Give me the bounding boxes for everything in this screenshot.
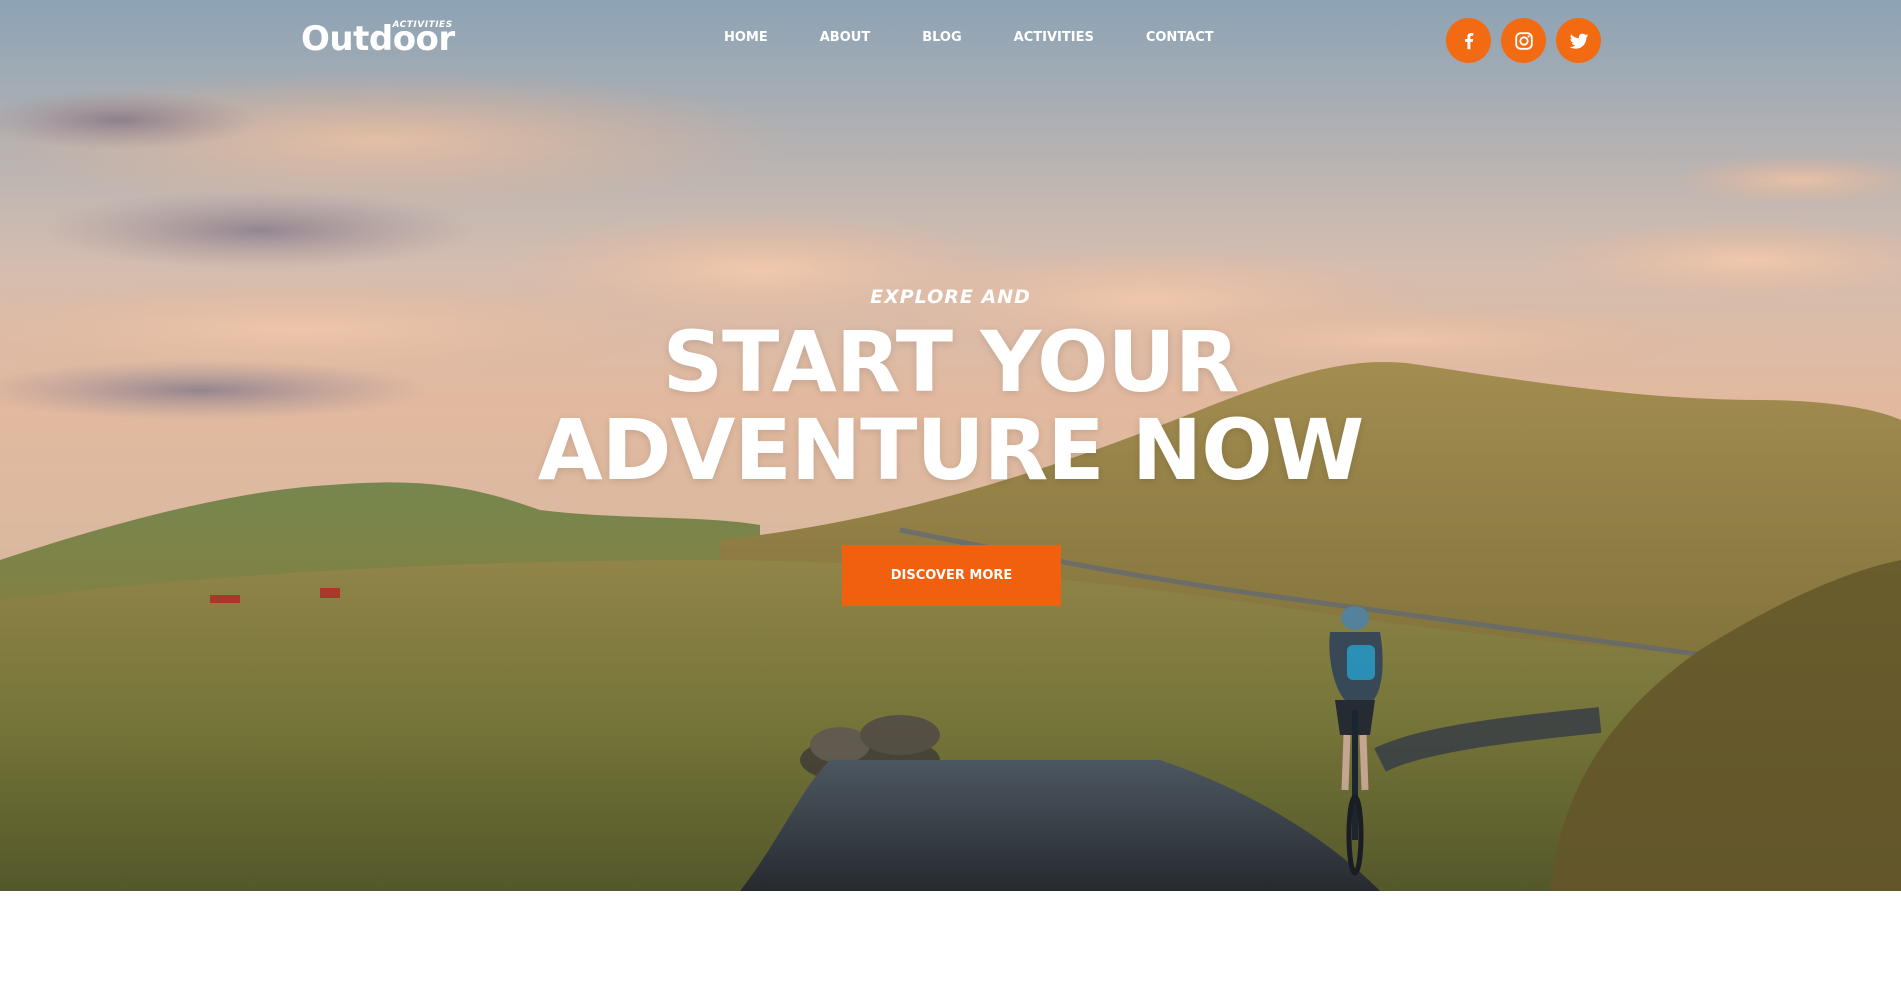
brand-logo[interactable]: Outdoor ACTIVITIES [301,20,455,56]
twitter-icon [1569,33,1588,49]
main-navigation: HOME ABOUT BLOG ACTIVITIES CONTACT [724,30,1266,45]
discover-more-button[interactable]: DISCOVER MORE [842,545,1061,606]
hero-kicker: EXPLORE AND [870,286,1031,308]
twitter-button[interactable] [1556,18,1601,63]
hero-headline: START YOUR ADVENTURE NOW [0,318,1901,494]
nav-home[interactable]: HOME [724,30,768,45]
facebook-icon [1464,32,1473,49]
social-links [1446,18,1601,63]
hero-headline-line2: ADVENTURE NOW [537,401,1365,499]
nav-contact[interactable]: CONTACT [1146,30,1214,45]
facebook-button[interactable] [1446,18,1491,63]
nav-activities[interactable]: ACTIVITIES [1014,30,1094,45]
content-area [0,891,1901,991]
hero-section: Outdoor ACTIVITIES HOME ABOUT BLOG ACTIV… [0,0,1901,891]
instagram-button[interactable] [1501,18,1546,63]
nav-blog[interactable]: BLOG [922,30,961,45]
hero-headline-line1: START YOUR [662,313,1240,411]
instagram-icon [1514,31,1533,50]
brand-tagline: ACTIVITIES [392,20,453,30]
nav-about[interactable]: ABOUT [820,30,870,45]
